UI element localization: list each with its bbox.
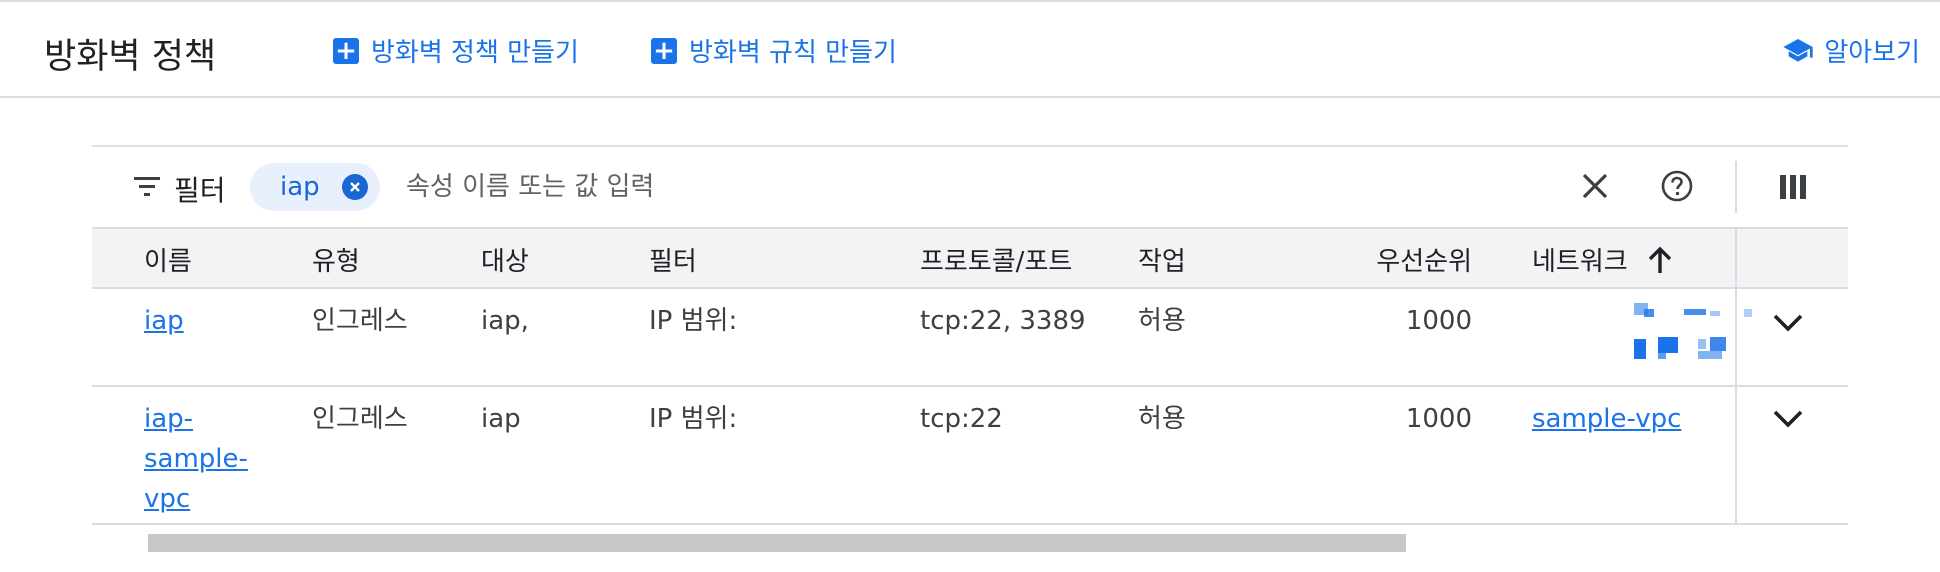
- learn-button[interactable]: 알아보기: [1782, 32, 1920, 69]
- create-policy-button[interactable]: + 방화벽 정책 만들기: [333, 32, 579, 69]
- column-divider: [1735, 229, 1737, 287]
- filter-chip-label: iap: [280, 172, 320, 202]
- rule-name-link[interactable]: iap- sample- vpc: [144, 399, 248, 519]
- filter-input[interactable]: [404, 165, 1308, 209]
- school-cap-icon: [1783, 38, 1813, 62]
- plus-box-icon: +: [333, 37, 359, 64]
- create-policy-label: 방화벽 정책 만들기: [371, 38, 579, 68]
- chevron-down-icon[interactable]: [1772, 313, 1804, 333]
- rule-filter: IP 범위:: [649, 306, 738, 336]
- table-row: iap- sample- vpc 인그레스 iap IP 범위: tcp:22 …: [92, 387, 1848, 525]
- learn-label: 알아보기: [1824, 38, 1920, 68]
- rule-target: iap,: [481, 306, 529, 336]
- create-rule-button[interactable]: + 방화벽 규칙 만들기: [651, 32, 897, 69]
- filter-chip[interactable]: iap: [250, 163, 380, 211]
- top-bar: 방화벽 정책 + 방화벽 정책 만들기 + 방화벽 규칙 만들기 알아보기: [0, 0, 1940, 98]
- create-rule-label: 방화벽 규칙 만들기: [689, 38, 897, 68]
- rule-name-line: vpc: [144, 484, 191, 514]
- column-header-protocol[interactable]: 프로토콜/포트: [920, 241, 1072, 278]
- filter-bar: 필터 iap: [92, 147, 1848, 229]
- rule-type: 인그레스: [312, 404, 408, 434]
- rule-priority: 1000: [1405, 306, 1472, 336]
- close-icon[interactable]: [1580, 171, 1610, 201]
- rule-target: iap: [481, 404, 521, 434]
- plus-box-icon: +: [651, 37, 677, 64]
- column-divider: [1735, 387, 1737, 523]
- column-header-network[interactable]: 네트워크: [1532, 241, 1628, 278]
- rule-name-link[interactable]: iap: [144, 301, 184, 341]
- firewall-table-panel: 필터 iap 이름 유형 대상 필터 프로토콜/포트 작업 우: [92, 145, 1848, 525]
- column-header-priority[interactable]: 우선순위: [1312, 241, 1472, 278]
- column-header-filter[interactable]: 필터: [649, 241, 697, 278]
- rule-priority: 1000: [1405, 404, 1472, 434]
- table-row: iap 인그레스 iap, IP 범위: tcp:22, 3389 허용 100…: [92, 289, 1848, 387]
- rule-protocol: tcp:22, 3389: [920, 306, 1086, 336]
- page-title: 방화벽 정책: [44, 37, 217, 77]
- chevron-down-icon[interactable]: [1772, 409, 1804, 429]
- table-header: 이름 유형 대상 필터 프로토콜/포트 작업 우선순위 네트워크: [92, 229, 1848, 289]
- rule-name-line: iap-: [144, 404, 194, 434]
- rule-name-line: sample-: [144, 444, 248, 474]
- column-header-target[interactable]: 대상: [481, 241, 529, 278]
- column-view-icon[interactable]: [1780, 175, 1806, 199]
- arrow-up-icon[interactable]: [1647, 245, 1673, 275]
- horizontal-scrollbar[interactable]: [148, 534, 1406, 552]
- cancel-circle-icon[interactable]: [342, 174, 368, 200]
- column-header-type[interactable]: 유형: [312, 241, 360, 278]
- filter-label: 필터: [174, 174, 226, 207]
- column-header-action[interactable]: 작업: [1138, 241, 1186, 278]
- toolbar-divider: [1735, 161, 1737, 213]
- network-link[interactable]: sample-vpc: [1532, 399, 1681, 439]
- rule-type: 인그레스: [312, 306, 408, 336]
- rule-action: 허용: [1138, 404, 1186, 434]
- rule-action: 허용: [1138, 306, 1186, 336]
- rule-filter: IP 범위:: [649, 404, 738, 434]
- column-header-name[interactable]: 이름: [144, 241, 192, 278]
- column-divider: [1735, 289, 1737, 385]
- rule-protocol: tcp:22: [920, 404, 1003, 434]
- help-circle-icon[interactable]: [1660, 169, 1694, 203]
- filter-lines-icon[interactable]: [132, 175, 162, 199]
